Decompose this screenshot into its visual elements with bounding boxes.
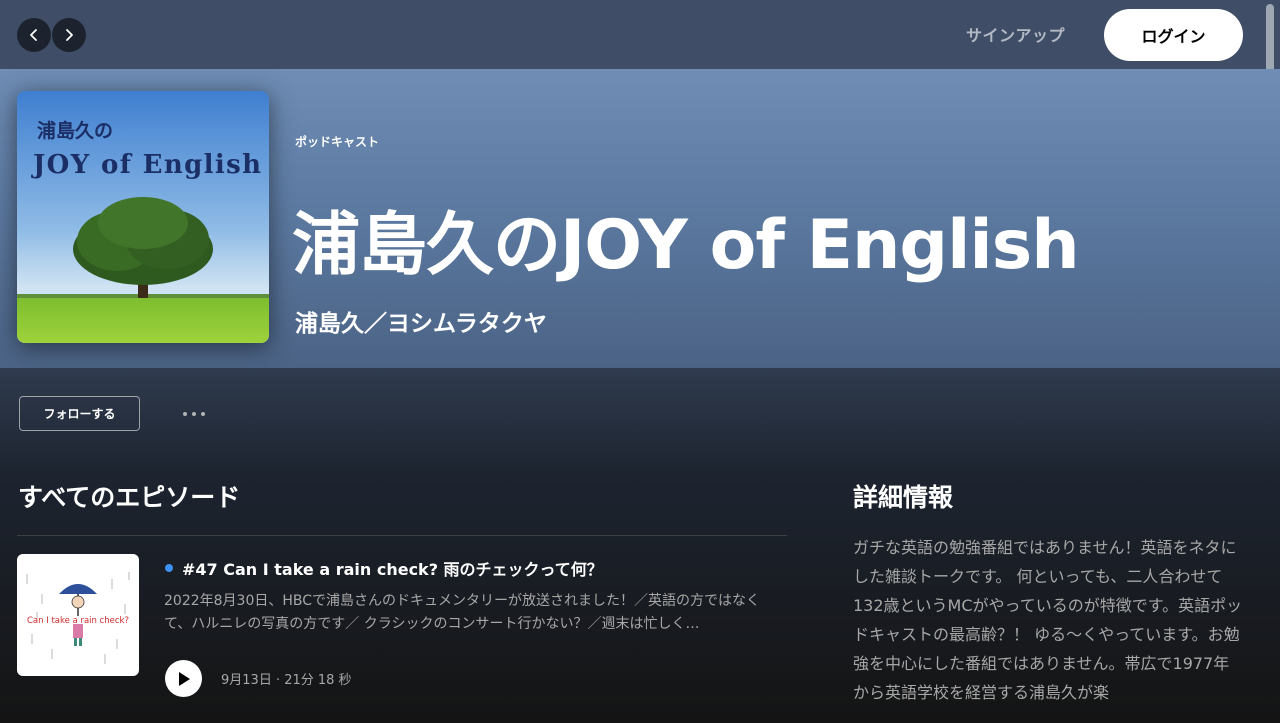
login-button[interactable]: ログイン [1104, 9, 1243, 61]
more-options-button[interactable] [176, 402, 212, 426]
podcast-author[interactable]: 浦島久／ヨシムラタクヤ [295, 304, 547, 338]
signup-link[interactable]: サインアップ [966, 22, 1065, 46]
details-description: ガチな英語の勉強番組ではありません！英語をネタにした雑談トークです。 何といって… [853, 538, 1243, 702]
unplayed-indicator-icon [165, 564, 173, 572]
cover-text-line1: 浦島久の [37, 119, 113, 142]
follow-button[interactable]: フォローする [19, 396, 140, 431]
podcast-header: 浦島久の JOY of English ポッドキャスト 浦島久のJOY of E… [0, 69, 1280, 368]
top-bar: サインアップ ログイン [0, 0, 1280, 88]
more-dots-icon [183, 412, 187, 416]
play-icon [178, 671, 190, 686]
episodes-section-title: すべてのエピソード [18, 483, 241, 512]
play-button[interactable] [165, 660, 202, 697]
back-button[interactable] [17, 18, 51, 52]
content-type-label: ポッドキャスト [295, 135, 380, 149]
forward-button[interactable] [52, 18, 86, 52]
main-content: フォローする すべてのエピソード Can I take a rain check… [0, 368, 1280, 723]
details-title: 詳細情報 [853, 483, 954, 512]
cover-text-line2: JOY of English [31, 150, 261, 180]
chevron-right-icon [66, 29, 73, 41]
episode-title[interactable]: #47 Can I take a rain check? 雨のチェックって何？ [182, 556, 603, 580]
chevron-left-icon [30, 29, 37, 41]
episode-thumbnail[interactable]: Can I take a rain check? [17, 554, 139, 676]
episode-meta: 9月13日 · 21分 18 秒 [221, 673, 352, 688]
thumbnail-caption: Can I take a rain check? [27, 616, 129, 626]
episode-description: 2022年8月30日、HBCで浦島さんのドキュメンタリーが放送されました！／英語… [164, 593, 761, 632]
page-title: 浦島久のJOY of English [292, 206, 1080, 285]
podcast-cover-art: 浦島久の JOY of English [17, 91, 269, 343]
divider [17, 535, 787, 536]
